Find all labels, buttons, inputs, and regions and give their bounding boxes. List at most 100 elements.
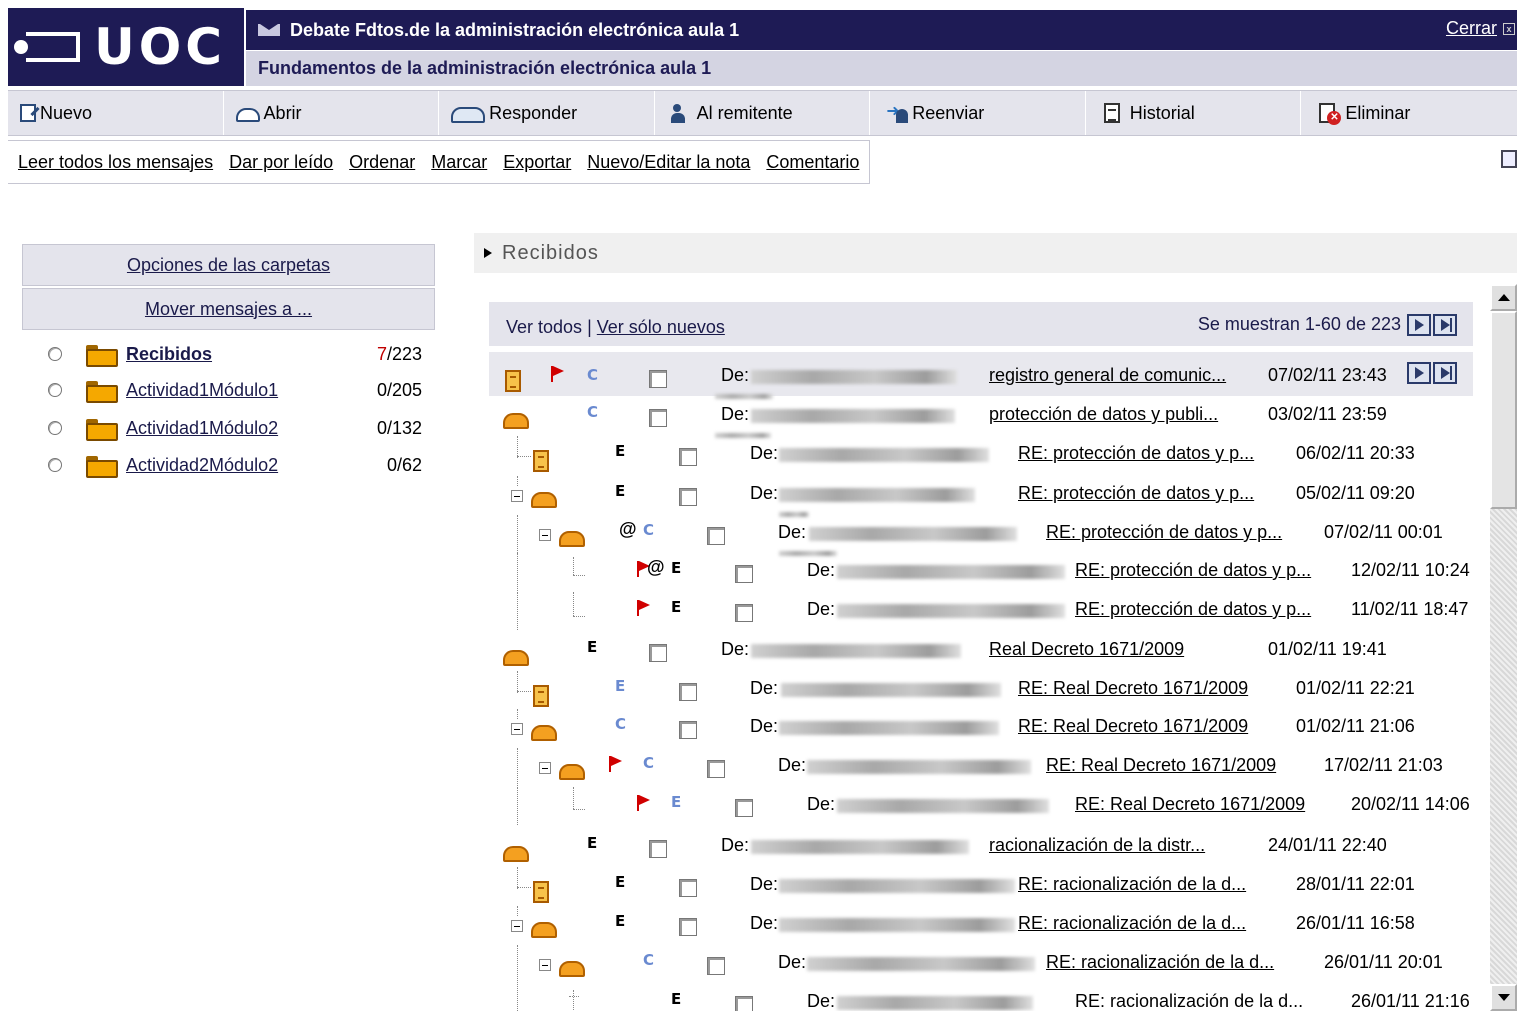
table-row[interactable]: E De: RE: protección de datos y p... 11/…: [489, 592, 1494, 630]
message-subject[interactable]: RE: racionalización de la d...: [1018, 874, 1246, 895]
row-checkbox[interactable]: [679, 879, 697, 897]
folder-row[interactable]: Actividad1Módulo2 0/132: [40, 410, 430, 446]
export-link[interactable]: Exportar: [503, 152, 571, 173]
table-row[interactable]: E De: RE: protección de datos y p... 06/…: [489, 436, 1494, 474]
row-checkbox[interactable]: [649, 370, 667, 388]
message-subject[interactable]: RE: Real Decreto 1671/2009: [1018, 678, 1248, 699]
table-row[interactable]: E De: racionalización de la distr... 24/…: [489, 828, 1494, 866]
message-subject[interactable]: registro general de comunic...: [989, 365, 1226, 386]
folder-radio[interactable]: [48, 421, 62, 435]
move-messages-label[interactable]: Mover mensajes a ...: [145, 299, 312, 320]
flag-link[interactable]: Marcar: [431, 152, 487, 173]
last-page-icon[interactable]: [1433, 314, 1457, 336]
message-subject[interactable]: RE: protección de datos y p...: [1018, 483, 1254, 504]
message-subject[interactable]: RE: racionalización de la d...: [1075, 991, 1303, 1011]
row-checkbox[interactable]: [707, 760, 725, 778]
row-checkbox[interactable]: [679, 683, 697, 701]
delete-button[interactable]: Eliminar: [1301, 91, 1517, 135]
search-icon[interactable]: [1501, 150, 1517, 168]
row-checkbox[interactable]: [707, 527, 725, 545]
reply-sender-button[interactable]: Al remitente: [655, 91, 871, 135]
message-subject[interactable]: protección de datos y publi...: [989, 404, 1218, 425]
row-checkbox[interactable]: [679, 488, 697, 506]
sort-link[interactable]: Ordenar: [349, 152, 415, 173]
thread-open-icon: [503, 846, 529, 862]
row-checkbox[interactable]: [735, 996, 753, 1011]
folder-link[interactable]: Actividad1Módulo2: [126, 418, 278, 439]
scroll-down-icon[interactable]: [1490, 984, 1517, 1011]
open-button[interactable]: Abrir: [224, 91, 440, 135]
message-subject[interactable]: RE: racionalización de la d...: [1018, 913, 1246, 934]
table-row[interactable]: E De: Real Decreto 1671/2009 01/02/11 19…: [489, 632, 1494, 670]
folder-row[interactable]: Actividad1Módulo1 0/205: [40, 372, 430, 408]
close-icon[interactable]: x: [1503, 23, 1515, 35]
row-checkbox[interactable]: [735, 604, 753, 622]
comment-link[interactable]: Comentario: [766, 152, 859, 173]
collapse-icon[interactable]: [539, 762, 551, 774]
table-row[interactable]: C De: RE: racionalización de la d... 26/…: [489, 945, 1494, 983]
collapse-icon[interactable]: [511, 920, 523, 932]
folder-radio[interactable]: [48, 347, 62, 361]
row-checkbox[interactable]: [735, 565, 753, 583]
close-link[interactable]: Cerrar: [1446, 18, 1497, 39]
table-row[interactable]: @ C De: RE: protección de datos y p... 0…: [489, 515, 1494, 556]
collapse-icon[interactable]: [539, 959, 551, 971]
row-checkbox[interactable]: [679, 721, 697, 739]
table-row[interactable]: E De: RE: Real Decreto 1671/2009 01/02/1…: [489, 671, 1494, 709]
message-subject[interactable]: RE: racionalización de la d...: [1046, 952, 1274, 973]
table-row[interactable]: C De: registro general de comunic... 07/…: [489, 358, 1494, 399]
row-checkbox[interactable]: [707, 957, 725, 975]
move-messages-button[interactable]: Mover mensajes a ...: [22, 288, 435, 330]
table-row[interactable]: @ E De: RE: protección de datos y p... 1…: [489, 553, 1494, 591]
folder-link[interactable]: Actividad1Módulo1: [126, 380, 278, 401]
tree-line: [573, 990, 574, 1010]
folder-options-label[interactable]: Opciones de las carpetas: [127, 255, 330, 276]
message-subject[interactable]: RE: protección de datos y p...: [1046, 522, 1282, 543]
folder-row[interactable]: Recibidos 7/223: [40, 336, 430, 372]
edit-note-link[interactable]: Nuevo/Editar la nota: [587, 152, 750, 173]
view-all-label[interactable]: Ver todos: [506, 317, 582, 337]
scroll-up-icon[interactable]: [1490, 284, 1517, 311]
table-row[interactable]: C De: RE: Real Decreto 1671/2009 01/02/1…: [489, 709, 1494, 747]
row-checkbox[interactable]: [649, 840, 667, 858]
message-subject[interactable]: RE: Real Decreto 1671/2009: [1018, 716, 1248, 737]
forward-button[interactable]: Reenviar: [870, 91, 1086, 135]
row-checkbox[interactable]: [679, 918, 697, 936]
folder-link[interactable]: Recibidos: [126, 344, 212, 365]
message-subject[interactable]: RE: protección de datos y p...: [1075, 599, 1311, 620]
row-checkbox[interactable]: [649, 644, 667, 662]
next-page-icon[interactable]: [1407, 314, 1431, 336]
reply-icon: [451, 107, 486, 123]
message-subject[interactable]: RE: protección de datos y p...: [1075, 560, 1311, 581]
collapse-icon[interactable]: [539, 529, 551, 541]
table-row[interactable]: E De: RE: racionalización de la d... 28/…: [489, 867, 1494, 905]
table-row[interactable]: E De: RE: protección de datos y p... 05/…: [489, 476, 1494, 517]
message-subject[interactable]: RE: Real Decreto 1671/2009: [1046, 755, 1276, 776]
row-checkbox[interactable]: [649, 409, 667, 427]
read-all-link[interactable]: Leer todos los mensajes: [18, 152, 213, 173]
collapse-icon[interactable]: [511, 490, 523, 502]
table-row[interactable]: E De: RE: Real Decreto 1671/2009 20/02/1…: [489, 787, 1494, 825]
row-checkbox[interactable]: [735, 799, 753, 817]
message-subject[interactable]: RE: protección de datos y p...: [1018, 443, 1254, 464]
table-row[interactable]: C De: protección de datos y publi... 03/…: [489, 397, 1494, 438]
message-subject[interactable]: Real Decreto 1671/2009: [989, 639, 1184, 660]
collapse-icon[interactable]: [511, 723, 523, 735]
message-subject[interactable]: RE: Real Decreto 1671/2009: [1075, 794, 1305, 815]
reply-button[interactable]: Responder: [439, 91, 655, 135]
folder-radio[interactable]: [48, 458, 62, 472]
folder-row[interactable]: Actividad2Módulo2 0/62: [40, 447, 430, 483]
mark-read-link[interactable]: Dar por leído: [229, 152, 333, 173]
view-new-link[interactable]: Ver sólo nuevos: [597, 317, 725, 337]
folder-link[interactable]: Actividad2Módulo2: [126, 455, 278, 476]
history-button[interactable]: Historial: [1086, 91, 1302, 135]
new-button[interactable]: Nuevo: [8, 91, 224, 135]
table-row[interactable]: C De: RE: Real Decreto 1671/2009 17/02/1…: [489, 748, 1494, 786]
folder-radio[interactable]: [48, 383, 62, 397]
message-subject[interactable]: racionalización de la distr...: [989, 835, 1205, 856]
scrollbar-thumb[interactable]: [1490, 311, 1517, 509]
folder-options-button[interactable]: Opciones de las carpetas: [22, 244, 435, 286]
table-row[interactable]: E De: RE: racionalización de la d... 26/…: [489, 906, 1494, 944]
row-checkbox[interactable]: [679, 448, 697, 466]
table-row[interactable]: E De: RE: racionalización de la d... 26/…: [489, 984, 1494, 1011]
